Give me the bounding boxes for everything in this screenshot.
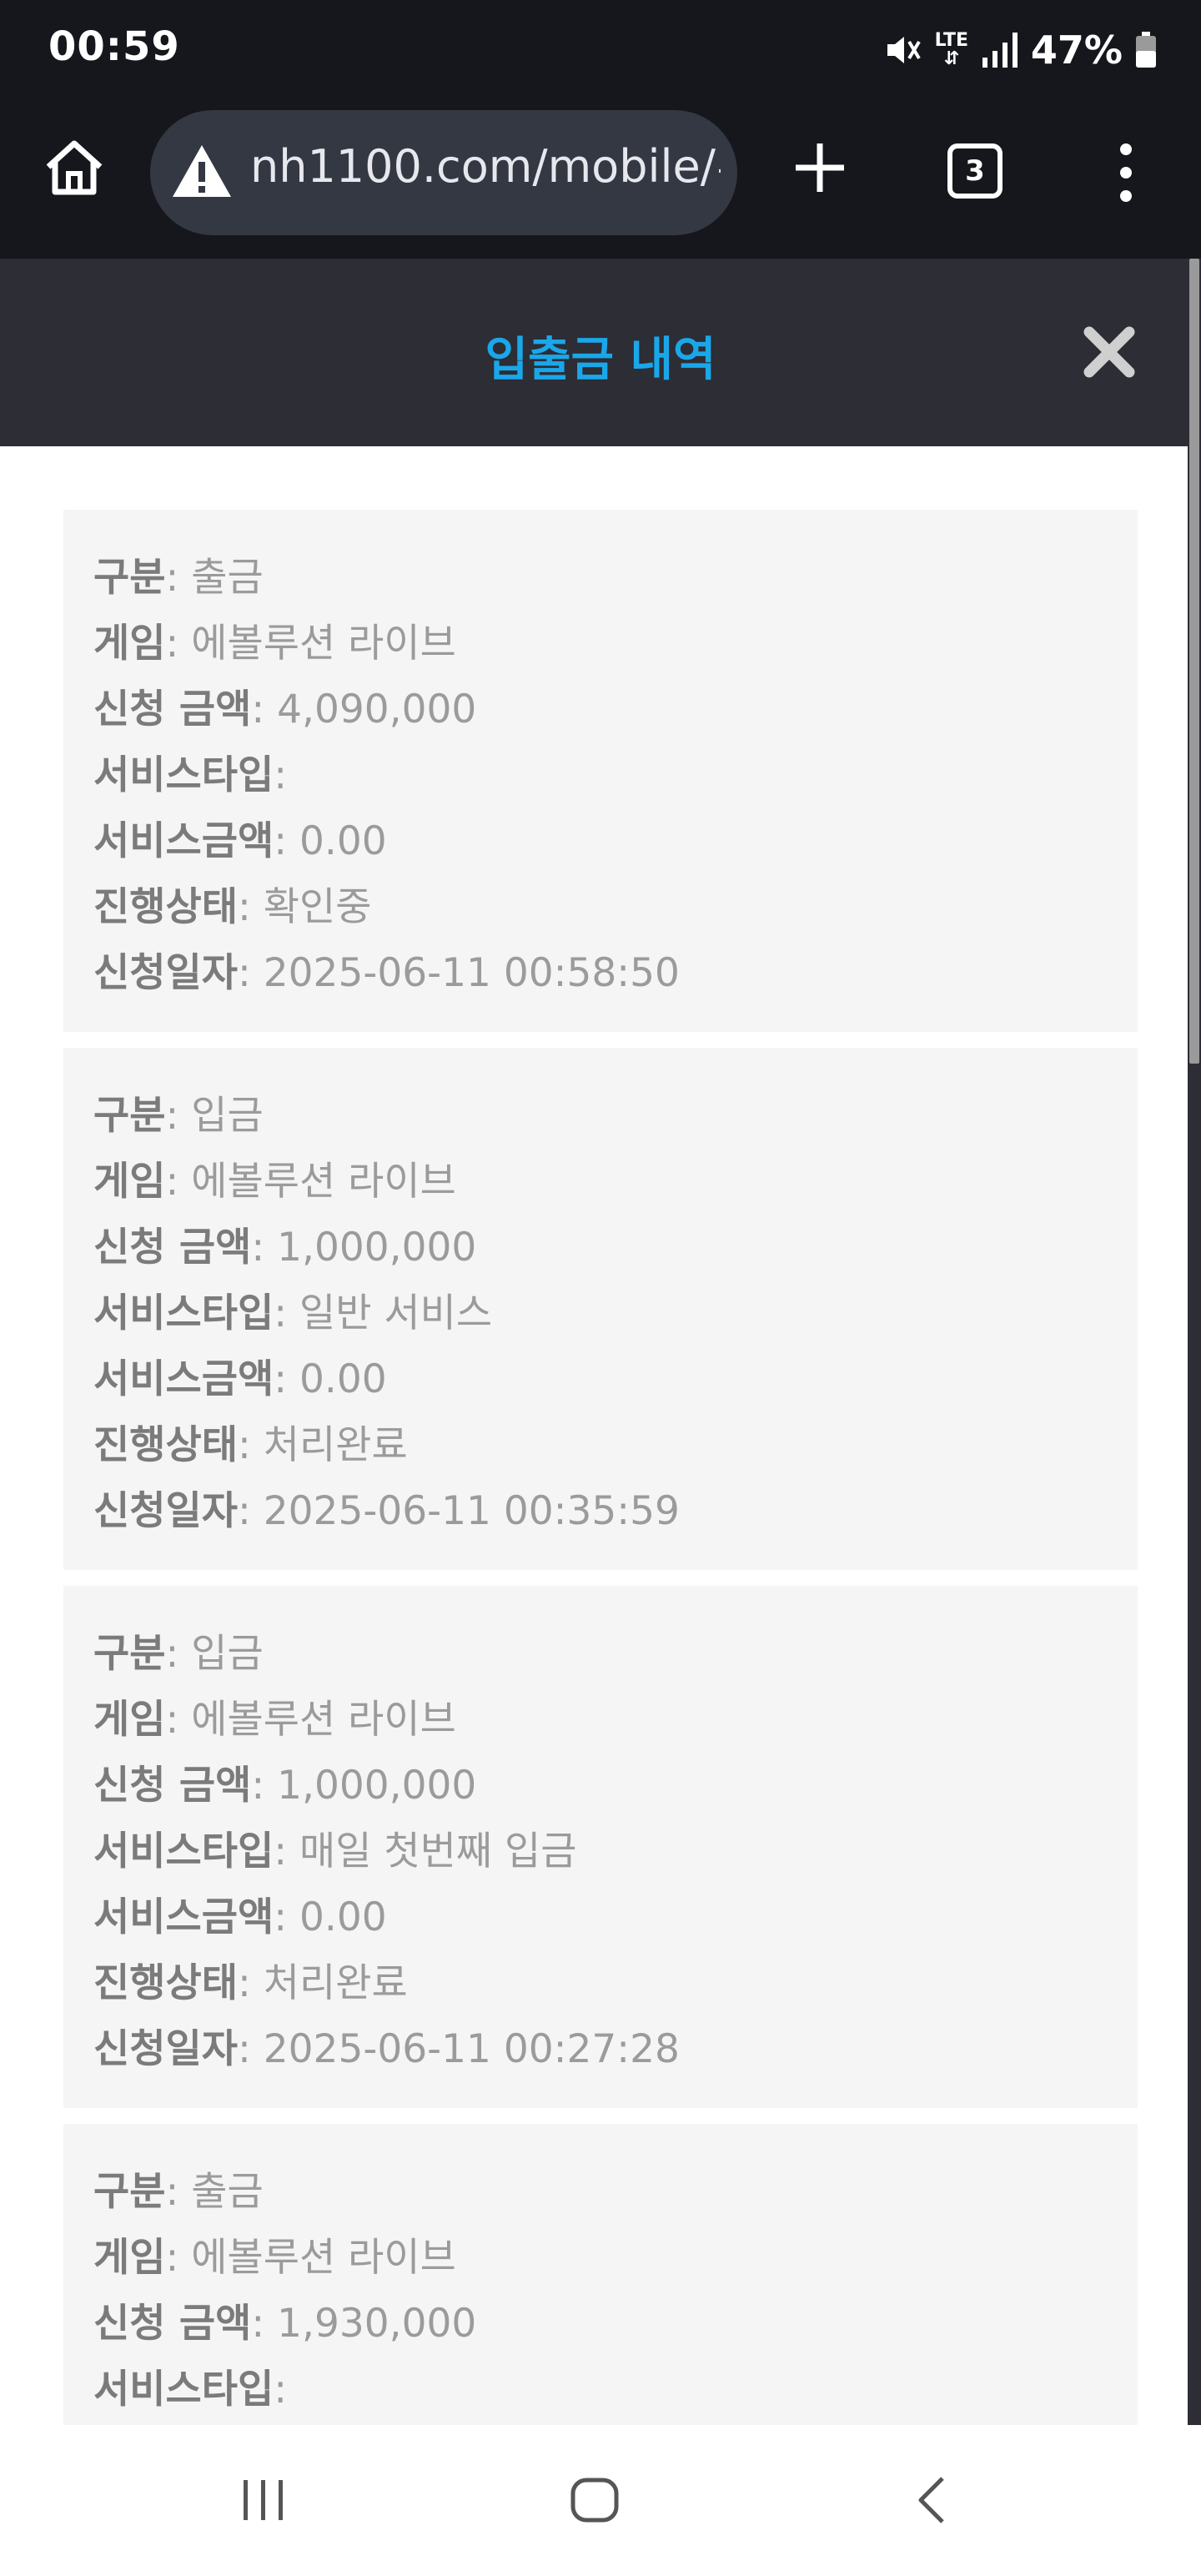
- row-amount: 신청 금액: 1,930,000: [93, 2301, 477, 2347]
- transaction-card: 구분: 출금 게임: 에볼루션 라이브 신청 금액: 1,930,000 서비스…: [63, 2124, 1138, 2425]
- status-bar: 00:59 LTE ⇵ 47%: [0, 0, 1201, 100]
- tabs-button[interactable]: 3: [947, 143, 1003, 199]
- status-icons: LTE ⇵ 47%: [882, 25, 1158, 75]
- home-icon: [46, 140, 103, 195]
- recents-icon[interactable]: [239, 2475, 289, 2525]
- transaction-card: 구분: 입금 게임: 에볼루션 라이브 신청 금액: 1,000,000 서비스…: [63, 1048, 1138, 1570]
- row-date: 신청일자: 2025-06-11 00:58:50: [93, 950, 680, 996]
- row-type: 구분: 입금: [93, 1631, 264, 1677]
- home-circle-icon[interactable]: [570, 2475, 620, 2525]
- modal-header: 입출금 내역: [0, 259, 1201, 446]
- row-service-type: 서비스타입:: [93, 752, 288, 798]
- status-time: 00:59: [48, 23, 180, 70]
- system-nav-bar: [0, 2425, 1201, 2576]
- row-type: 구분: 출금: [93, 2169, 264, 2215]
- row-service-amount: 서비스금액: 0.00: [93, 1894, 387, 1940]
- row-service-type: 서비스타입: 매일 첫번째 입금: [93, 1829, 577, 1874]
- page-title: 입출금 내역: [485, 333, 716, 387]
- battery-percent: 47%: [1030, 28, 1123, 73]
- row-game: 게임: 에볼루션 라이브: [93, 2235, 456, 2281]
- battery-icon: [1136, 32, 1156, 68]
- close-icon[interactable]: [1081, 324, 1138, 380]
- row-status: 진행상태: 처리완료: [93, 1422, 408, 1468]
- browser-toolbar: nh1100.com/mobile/# 3: [0, 100, 1201, 259]
- row-service-type: 서비스타입: 일반 서비스: [93, 1291, 493, 1336]
- row-service-amount: 서비스금액: 0.00: [93, 1356, 387, 1402]
- lte-icon: LTE ⇵: [934, 30, 969, 69]
- warning-icon[interactable]: [170, 142, 234, 200]
- tab-count: 3: [965, 154, 985, 188]
- back-icon[interactable]: [912, 2475, 951, 2525]
- url-text[interactable]: nh1100.com/mobile/#: [250, 140, 721, 193]
- row-amount: 신청 금액: 1,000,000: [93, 1763, 477, 1809]
- row-date: 신청일자: 2025-06-11 00:35:59: [93, 1488, 680, 1534]
- row-type: 구분: 입금: [93, 1093, 264, 1139]
- row-game: 게임: 에볼루션 라이브: [93, 1159, 456, 1205]
- row-date: 신청일자: 2025-06-11 00:27:28: [93, 2026, 680, 2072]
- new-tab-button[interactable]: [786, 133, 854, 202]
- row-service-amount: 서비스금액: 0.00: [93, 818, 387, 864]
- mute-icon: [887, 37, 921, 63]
- row-type: 구분: 출금: [93, 555, 264, 601]
- row-status: 진행상태: 처리완료: [93, 1960, 408, 2006]
- row-service-type: 서비스타입:: [93, 2367, 288, 2412]
- transaction-list: 구분: 출금 게임: 에볼루션 라이브 신청 금액: 4,090,000 서비스…: [0, 446, 1188, 2425]
- browser-home-button[interactable]: [40, 133, 108, 202]
- row-game: 게임: 에볼루션 라이브: [93, 621, 456, 667]
- transaction-card: 구분: 입금 게임: 에볼루션 라이브 신청 금액: 1,000,000 서비스…: [63, 1586, 1138, 2108]
- row-game: 게임: 에볼루션 라이브: [93, 1697, 456, 1743]
- more-vert-icon[interactable]: [1109, 143, 1143, 202]
- row-amount: 신청 금액: 4,090,000: [93, 687, 477, 732]
- scrollbar-thumb[interactable]: [1189, 259, 1199, 1064]
- url-bar[interactable]: nh1100.com/mobile/#: [150, 110, 737, 235]
- signal-icon: [982, 33, 1018, 68]
- row-amount: 신청 금액: 1,000,000: [93, 1225, 477, 1270]
- row-status: 진행상태: 확인중: [93, 884, 372, 930]
- plus-icon: [796, 143, 844, 192]
- transaction-card: 구분: 출금 게임: 에볼루션 라이브 신청 금액: 4,090,000 서비스…: [63, 510, 1138, 1032]
